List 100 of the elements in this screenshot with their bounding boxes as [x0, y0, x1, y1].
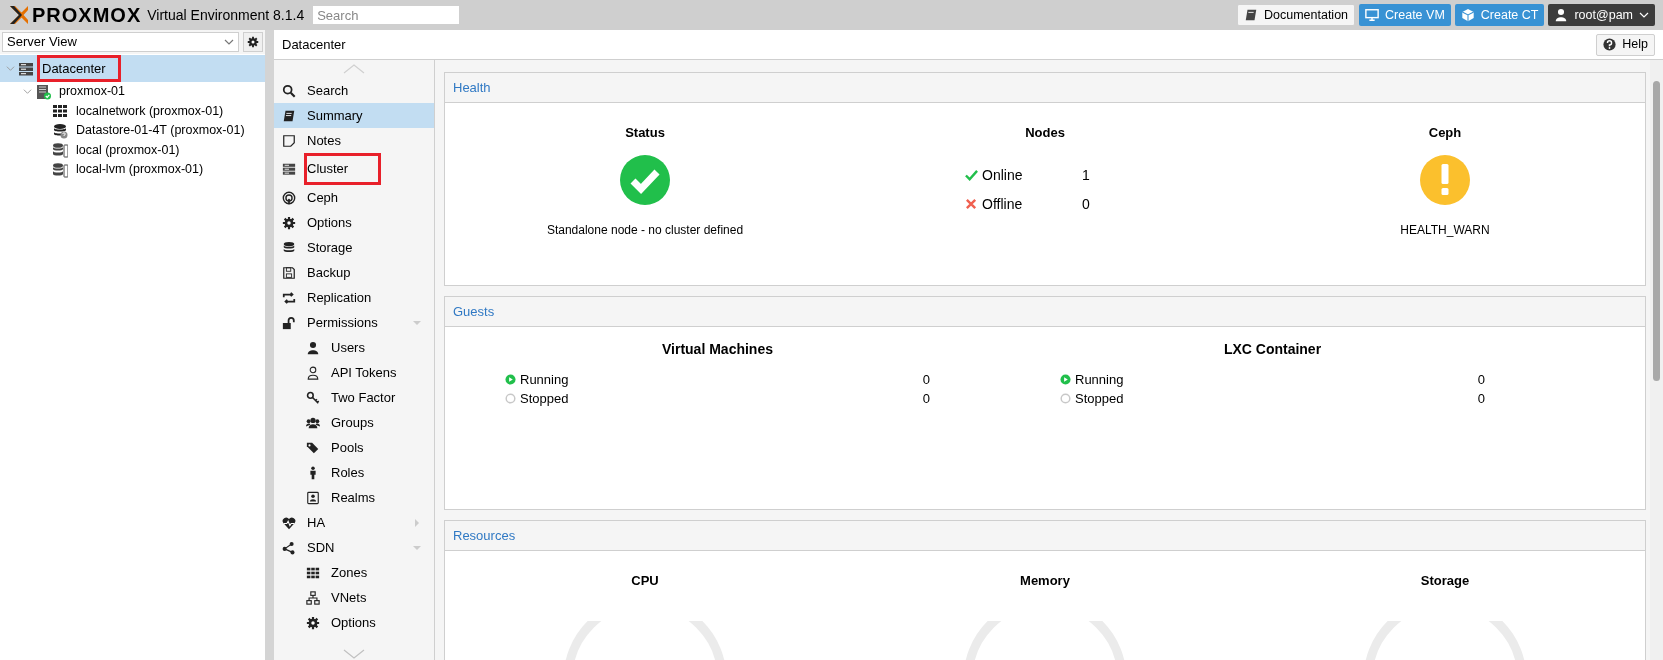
status-text: HEALTH_WARN: [1400, 221, 1490, 239]
nav-label: Groups: [330, 413, 375, 432]
column-heading: Status: [625, 124, 665, 142]
nav-label: Ceph: [306, 188, 340, 207]
column-heading: CPU: [631, 572, 659, 590]
nav-item[interactable]: Users: [274, 335, 434, 360]
tree-label: Datacenter: [37, 54, 121, 83]
monitor-icon: [1365, 8, 1380, 22]
tree-item[interactable]: Datacenter: [0, 55, 265, 82]
network-nodes-icon: [282, 540, 296, 555]
tree-item[interactable]: local-lvm (proxmox-01): [0, 160, 265, 180]
nav-item[interactable]: Zones: [274, 560, 434, 585]
chevron-icon: [23, 87, 32, 97]
database-icon: [282, 240, 296, 255]
view-selector-value: Server View: [7, 33, 77, 52]
nav-item[interactable]: Roles: [274, 460, 434, 485]
grid-icon: [306, 565, 320, 580]
node-count: 0: [1082, 194, 1090, 214]
nav-item[interactable]: Options: [274, 210, 434, 235]
column-heading: LXC Container: [1222, 340, 1323, 359]
tree-label: Datastore-01-4T (proxmox-01): [75, 122, 246, 140]
nav-item[interactable]: Options: [274, 610, 434, 635]
guest-count: 0: [922, 389, 930, 408]
unlocked-padlock-icon: [282, 315, 296, 330]
nav-item[interactable]: Ceph: [274, 185, 434, 210]
user-icon: [1554, 8, 1569, 22]
logo-text: PROXMOX: [32, 5, 142, 25]
column-heading: Nodes: [1025, 124, 1065, 142]
nav-item[interactable]: Realms: [274, 485, 434, 510]
guest-count: 0: [922, 370, 930, 389]
column-heading: Storage: [1420, 572, 1470, 590]
tree-item[interactable]: localnetwork (proxmox-01): [0, 101, 265, 121]
nav-label: HA: [306, 513, 327, 532]
guest-count: 0: [1477, 389, 1485, 408]
tree-item[interactable]: Datastore-01-4T (proxmox-01): [0, 121, 265, 141]
nav-item[interactable]: VNets: [274, 585, 434, 610]
guest-status-label: Stopped: [1075, 389, 1125, 408]
nav-label: Pools: [330, 438, 365, 457]
database-question-icon: [52, 122, 68, 139]
help-button[interactable]: Help: [1596, 33, 1655, 56]
ceph-icon: [282, 190, 296, 205]
scroll-down-icon[interactable]: [342, 649, 366, 659]
guest-status-label: Running: [520, 370, 570, 389]
section-title: Resources: [453, 526, 516, 545]
nav-label: Notes: [306, 131, 342, 150]
nav-item[interactable]: Cluster: [274, 153, 434, 185]
nav-item[interactable]: SDN: [274, 535, 434, 560]
nav-item[interactable]: HA: [274, 510, 434, 535]
nav-label: Storage: [306, 238, 354, 257]
nav-label: Realms: [330, 488, 377, 507]
help-icon: [1603, 38, 1617, 51]
nav-label: Search: [306, 81, 350, 100]
nav-label: Summary: [306, 106, 364, 125]
nav-item[interactable]: Storage: [274, 235, 434, 260]
nav-label: Roles: [330, 463, 366, 482]
tree-item[interactable]: local (proxmox-01): [0, 140, 265, 160]
nav-item[interactable]: Pools: [274, 435, 434, 460]
nav-label: Options: [330, 613, 377, 632]
column-heading: Virtual Machines: [661, 340, 774, 359]
tree-label: proxmox-01: [58, 83, 126, 101]
server-check-icon: [35, 83, 51, 100]
tags-icon: [306, 440, 320, 455]
node-status-label: Offline: [982, 194, 1024, 214]
nav-label: Users: [330, 338, 366, 357]
tree-label: local (proxmox-01): [75, 141, 181, 159]
nav-label: SDN: [306, 538, 336, 557]
column-heading: Memory: [1020, 572, 1070, 590]
key-icon: [306, 390, 320, 405]
search-field[interactable]: Search: [312, 5, 461, 25]
scroll-up-icon[interactable]: [342, 64, 366, 74]
nav-label: Permissions: [306, 313, 379, 332]
book-icon: [1243, 8, 1258, 22]
nav-label: Options: [306, 213, 353, 232]
nav-label: Cluster: [304, 153, 382, 185]
search-icon: [282, 83, 296, 98]
chevron-down-icon: [224, 38, 234, 46]
tree-label: localnetwork (proxmox-01): [75, 102, 225, 120]
nav-item[interactable]: Notes: [274, 128, 434, 153]
view-selector[interactable]: Server View: [2, 32, 239, 52]
product-version: Virtual Environment 8.1.4: [147, 5, 305, 25]
guest-count: 0: [1477, 370, 1485, 389]
chevron-icon: [6, 64, 15, 73]
settings-button[interactable]: [243, 32, 263, 52]
tree-item[interactable]: proxmox-01: [0, 82, 265, 102]
node-count: 1: [1082, 165, 1090, 185]
nav-item[interactable]: Permissions: [274, 310, 434, 335]
nav-item[interactable]: API Tokens: [274, 360, 434, 385]
user-menu-button[interactable]: root@pam: [1548, 4, 1655, 26]
nav-item[interactable]: Two Factor: [274, 385, 434, 410]
nav-item[interactable]: Search: [274, 78, 434, 103]
book-icon: [282, 108, 296, 123]
scrollbar[interactable]: [1650, 60, 1663, 660]
nav-item[interactable]: Backup: [274, 260, 434, 285]
nav-item[interactable]: Groups: [274, 410, 434, 435]
database-drive-icon: [52, 161, 68, 178]
nav-item[interactable]: Summary: [274, 103, 434, 128]
database-drive-icon: [52, 142, 68, 159]
nav-item[interactable]: Replication: [274, 285, 434, 310]
section-title: Health: [453, 78, 491, 97]
documentation-button[interactable]: Documentation: [1236, 4, 1356, 26]
